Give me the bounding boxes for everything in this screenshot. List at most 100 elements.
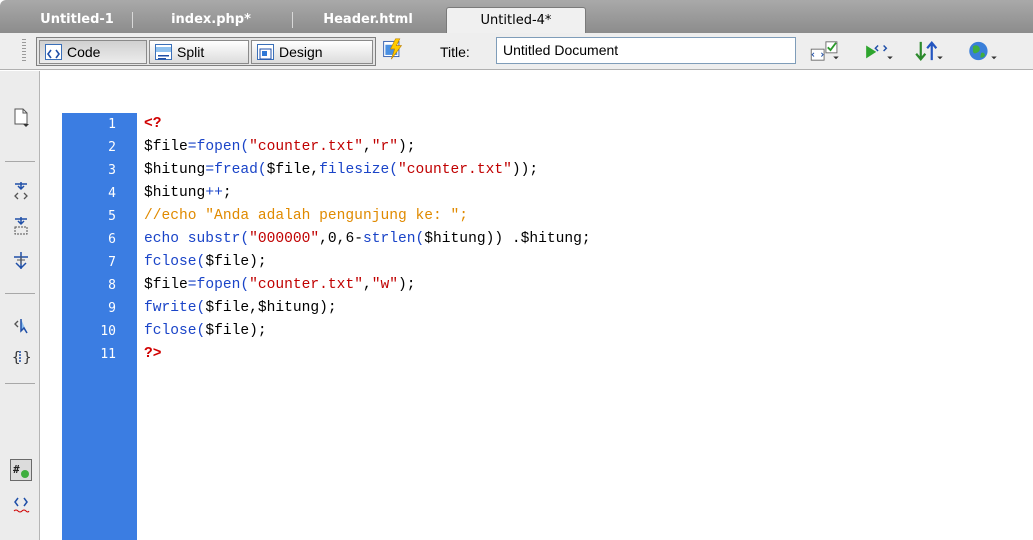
code-token: =	[205, 162, 215, 178]
syntax-error-icon[interactable]	[12, 495, 30, 515]
code-token: );	[398, 139, 416, 155]
line-numbers-icon[interactable]: #	[10, 459, 32, 481]
code-line[interactable]: $file=fopen("counter.txt","w");	[144, 274, 416, 297]
code-token: $file,	[266, 162, 320, 178]
preview-browser-icon[interactable]	[966, 40, 1000, 62]
rail-divider	[5, 293, 35, 294]
line-number-gutter: 1 2 3 4 5 6 7 8 9 10 11	[62, 113, 137, 540]
line-number: 5	[108, 209, 116, 224]
code-token: =	[187, 277, 197, 293]
design-view-label: Design	[279, 44, 323, 60]
expand-all-icon[interactable]	[12, 251, 30, 271]
code-token: "counter.txt"	[249, 139, 363, 155]
code-line[interactable]: ?>	[144, 343, 162, 366]
line-number: 8	[108, 278, 116, 293]
line-number: 6	[108, 232, 116, 247]
code-token: filesize(	[319, 162, 398, 178]
code-token: ;	[222, 185, 232, 201]
split-view-label: Split	[177, 44, 205, 60]
code-token: //echo "Anda adalah pengunjung ke: ";	[144, 208, 469, 224]
code-token: fopen(	[196, 277, 250, 293]
tab-untitled-1[interactable]: Untitled-1	[28, 7, 126, 33]
code-token: $file,$hitung);	[205, 300, 337, 316]
coding-toolbar: {} #	[0, 71, 40, 540]
code-token: $file);	[205, 323, 267, 339]
code-token: );	[398, 277, 416, 293]
code-line[interactable]: echo substr("000000",0,6-strlen($hitung)…	[144, 228, 591, 251]
editor-top-margin	[40, 71, 1033, 113]
document-tab-bar: Untitled-1 index.php* Header.html Untitl…	[0, 0, 1033, 33]
toolbar-grip[interactable]	[22, 39, 26, 63]
collapse-selection-icon[interactable]	[12, 216, 30, 236]
line-number: 1	[108, 117, 116, 132]
tab-divider	[292, 12, 293, 28]
code-line[interactable]: $hitung++;	[144, 182, 232, 205]
code-token: fwrite(	[144, 300, 206, 316]
line-number: 4	[108, 186, 116, 201]
live-view-icon[interactable]	[380, 38, 406, 60]
svg-text:{: {	[12, 350, 20, 366]
rail-divider	[5, 161, 35, 162]
line-number: 3	[108, 163, 116, 178]
code-token: =	[187, 139, 197, 155]
code-token: echo	[144, 231, 188, 247]
code-token: fread(	[214, 162, 267, 178]
view-mode-group: Code Split Design	[36, 37, 376, 66]
code-token: $file);	[205, 254, 267, 270]
code-token: fclose(	[144, 323, 206, 339]
code-token: substr(	[187, 231, 250, 247]
code-token: "000000"	[249, 231, 320, 247]
line-number: 9	[108, 301, 116, 316]
code-token: "counter.txt"	[249, 277, 363, 293]
code-line[interactable]: fwrite($file,$hitung);	[144, 297, 337, 320]
open-documents-icon[interactable]	[12, 108, 30, 128]
collapse-full-tag-icon[interactable]	[12, 181, 30, 201]
code-view-label: Code	[67, 44, 101, 60]
file-transfer-icon[interactable]	[912, 40, 946, 62]
code-line[interactable]: //echo "Anda adalah pengunjung ke: ";	[144, 205, 468, 228]
code-token: ));	[511, 162, 539, 178]
code-token: $hitung	[144, 185, 206, 201]
validate-markup-icon[interactable]	[808, 40, 842, 62]
code-line[interactable]: $hitung=fread($file,filesize("counter.tx…	[144, 159, 538, 182]
design-view-icon	[257, 44, 274, 60]
code-view-button[interactable]: Code	[39, 40, 147, 64]
check-browser-compat-icon[interactable]	[862, 40, 896, 62]
code-token: ,	[362, 139, 372, 155]
split-view-icon	[155, 44, 172, 60]
code-line[interactable]: fclose($file);	[144, 320, 267, 343]
svg-text:}: }	[23, 350, 30, 366]
split-view-button[interactable]: Split	[149, 40, 249, 64]
select-parent-tag-icon[interactable]	[12, 315, 30, 335]
code-token: "counter.txt"	[398, 162, 512, 178]
tab-index-php[interactable]: index.php*	[138, 7, 284, 33]
code-line[interactable]: fclose($file);	[144, 251, 267, 274]
tab-header-html[interactable]: Header.html	[298, 7, 438, 33]
title-label: Title:	[440, 44, 470, 60]
line-number: 2	[108, 140, 116, 155]
code-token: ,	[362, 277, 372, 293]
document-title-input[interactable]: Untitled Document	[496, 37, 796, 64]
code-token: $file	[144, 277, 188, 293]
code-token: fclose(	[144, 254, 206, 270]
line-number: 10	[100, 324, 116, 339]
code-line[interactable]: <?	[144, 113, 162, 136]
balance-braces-icon[interactable]: {}	[12, 347, 30, 367]
tab-untitled-4[interactable]: Untitled-4*	[446, 7, 586, 33]
line-number: 11	[100, 347, 116, 362]
tab-divider	[132, 12, 133, 28]
code-token: $file	[144, 139, 188, 155]
code-token: "w"	[371, 277, 399, 293]
code-token: ?>	[144, 346, 162, 362]
document-toolbar: Code Split Design Title: Untitled Docume…	[0, 33, 1033, 70]
code-token: <?	[144, 116, 162, 132]
code-token: $hitung)) .$hitung;	[424, 231, 591, 247]
code-token: ++	[205, 185, 223, 201]
code-view-icon	[45, 44, 62, 60]
code-line[interactable]: $file=fopen("counter.txt","r");	[144, 136, 416, 159]
svg-text:#: #	[13, 463, 20, 476]
code-token: ,0,6-	[319, 231, 363, 247]
design-view-button[interactable]: Design	[251, 40, 373, 64]
code-token: "r"	[371, 139, 399, 155]
code-token: $hitung	[144, 162, 206, 178]
